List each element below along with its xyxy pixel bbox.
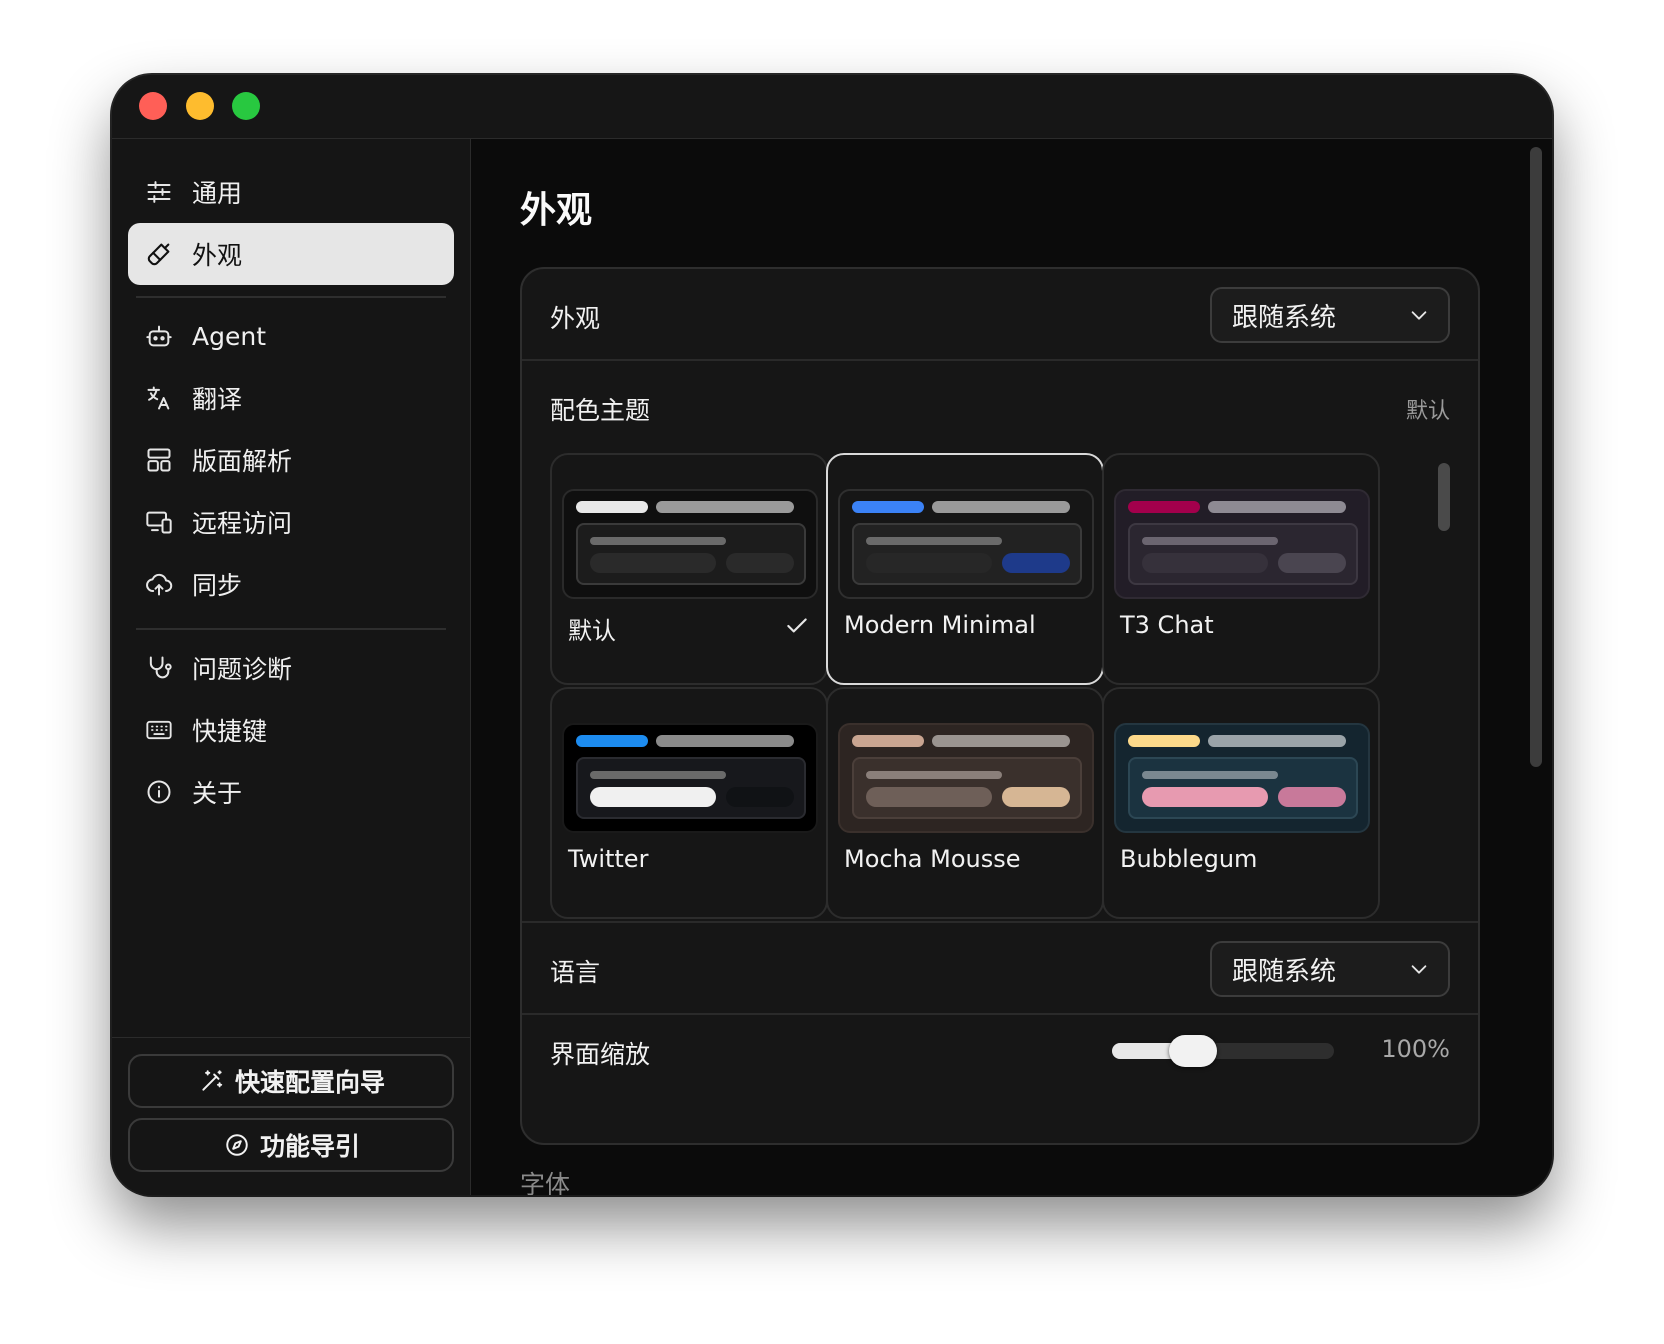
- sidebar-item-label: 外观: [192, 241, 243, 270]
- theme-name: Modern Minimal: [844, 611, 1036, 639]
- color-theme-label: 配色主题: [550, 396, 651, 425]
- font-section-title: 字体: [520, 1170, 571, 1195]
- theme-card-bubblegum[interactable]: Bubblegum: [1102, 687, 1380, 919]
- close-window-button[interactable]: [139, 92, 167, 120]
- theme-card-twitter[interactable]: Twitter: [550, 687, 828, 919]
- feature-guide-label: 功能导引: [259, 1132, 360, 1161]
- theme-card-t3-chat[interactable]: T3 Chat: [1102, 453, 1380, 685]
- theme-preview: [1114, 723, 1370, 833]
- sidebar-item-remote-access[interactable]: 远程访问: [128, 491, 454, 553]
- theme-preview: [562, 489, 818, 599]
- theme-card-modern-minimal[interactable]: Modern Minimal: [826, 453, 1104, 685]
- sidebar-item-translate[interactable]: 翻译: [128, 367, 454, 429]
- page-title: 外观: [520, 190, 593, 231]
- main-panel: 外观 外观 跟随系统 配色主题 默认 默认 Modern Minimal T3 …: [472, 139, 1552, 1195]
- app-window: 通用 外观 Agent 翻译 版面解析 远程访问 同步 问题诊断 快捷键 关于 …: [112, 75, 1552, 1195]
- sidebar-item-label: 版面解析: [192, 447, 293, 476]
- appearance-settings-card: 外观 跟随系统 配色主题 默认 默认 Modern Minimal T3 Cha…: [520, 267, 1480, 1145]
- theme-grid-scrollbar[interactable]: [1438, 463, 1450, 531]
- setup-wizard-button[interactable]: 快速配置向导: [128, 1054, 454, 1108]
- theme-name: Mocha Mousse: [844, 845, 1021, 873]
- current-theme-tag: 默认: [1405, 399, 1450, 424]
- language-select-value: 跟随系统: [1232, 956, 1337, 987]
- layout-icon: [144, 445, 174, 475]
- sidebar-item-label: Agent: [192, 321, 266, 351]
- zoom-value: 100%: [1381, 1035, 1450, 1063]
- theme-name: Bubblegum: [1120, 845, 1258, 873]
- theme-name: 默认: [568, 617, 616, 645]
- chevron-down-icon: [1411, 311, 1427, 320]
- zoom-label: 界面缩放: [550, 1040, 651, 1069]
- sidebar-item-general[interactable]: 通用: [128, 161, 454, 223]
- sidebar-item-sync[interactable]: 同步: [128, 553, 454, 615]
- theme-preview: [1114, 489, 1370, 599]
- remote-access-icon: [144, 507, 174, 537]
- appearance-select[interactable]: 跟随系统: [1210, 287, 1450, 343]
- sidebar-item-label: 翻译: [192, 385, 243, 414]
- zoom-slider-thumb[interactable]: [1169, 1035, 1218, 1067]
- main-scrollbar[interactable]: [1530, 147, 1542, 767]
- theme-grid: 默认 Modern Minimal T3 Chat Twitter Mocha …: [550, 453, 1420, 923]
- row-divider: [522, 921, 1478, 923]
- zoom-slider[interactable]: [1112, 1035, 1334, 1067]
- theme-preview: [838, 723, 1094, 833]
- language-select[interactable]: 跟随系统: [1210, 941, 1450, 997]
- minimize-window-button[interactable]: [186, 92, 214, 120]
- sidebar-item-agent[interactable]: Agent: [128, 305, 454, 367]
- sidebar: 通用 外观 Agent 翻译 版面解析 远程访问 同步 问题诊断 快捷键 关于 …: [112, 139, 471, 1195]
- translate-icon: [144, 383, 174, 413]
- sidebar-item-label: 快捷键: [192, 717, 268, 746]
- sidebar-divider: [136, 628, 446, 630]
- chevron-down-icon: [1411, 965, 1427, 974]
- row-divider: [522, 359, 1478, 361]
- language-label: 语言: [550, 958, 601, 987]
- sliders-icon: [144, 177, 174, 207]
- magic-wand-icon: [197, 1066, 227, 1096]
- feature-guide-button[interactable]: 功能导引: [128, 1118, 454, 1172]
- robot-icon: [144, 321, 174, 351]
- title-bar: [112, 75, 1552, 139]
- theme-card-default[interactable]: 默认: [550, 453, 828, 685]
- sidebar-item-label: 同步: [192, 571, 243, 600]
- paintbrush-icon: [144, 239, 174, 269]
- sidebar-item-label: 关于: [192, 779, 243, 808]
- sidebar-item-about[interactable]: 关于: [128, 761, 454, 823]
- sidebar-footer: 快速配置向导 功能导引: [112, 1037, 470, 1195]
- theme-name: Twitter: [568, 845, 649, 873]
- appearance-select-value: 跟随系统: [1232, 302, 1337, 333]
- sidebar-item-appearance[interactable]: 外观: [128, 223, 454, 285]
- sidebar-item-label: 问题诊断: [192, 655, 293, 684]
- appearance-label: 外观: [550, 304, 601, 333]
- setup-wizard-label: 快速配置向导: [234, 1068, 385, 1097]
- sidebar-item-label: 通用: [192, 179, 243, 208]
- keyboard-icon: [144, 715, 174, 745]
- maximize-window-button[interactable]: [232, 92, 260, 120]
- theme-name: T3 Chat: [1120, 611, 1214, 639]
- sidebar-item-diagnostics[interactable]: 问题诊断: [128, 637, 454, 699]
- theme-preview: [562, 723, 818, 833]
- theme-card-mocha-mousse[interactable]: Mocha Mousse: [826, 687, 1104, 919]
- row-divider: [522, 1013, 1478, 1015]
- theme-preview: [838, 489, 1094, 599]
- sidebar-item-label: 远程访问: [192, 509, 293, 538]
- checkmark-icon: [787, 618, 807, 633]
- sidebar-divider: [136, 296, 446, 298]
- info-icon: [144, 777, 174, 807]
- cloud-sync-icon: [144, 569, 174, 599]
- stethoscope-icon: [144, 653, 174, 683]
- sidebar-item-layout-analysis[interactable]: 版面解析: [128, 429, 454, 491]
- sidebar-item-shortcuts[interactable]: 快捷键: [128, 699, 454, 761]
- compass-icon: [222, 1130, 252, 1160]
